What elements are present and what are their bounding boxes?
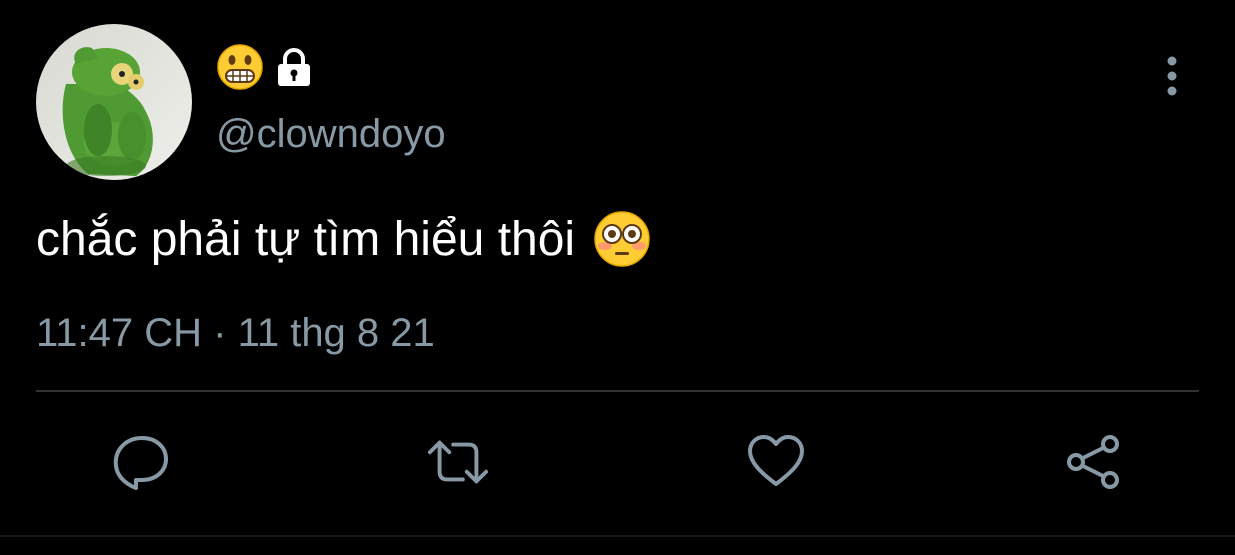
like-button[interactable]	[744, 430, 808, 494]
flushed-face-emoji-icon	[593, 210, 651, 268]
avatar[interactable]	[36, 24, 192, 180]
retweet-button[interactable]	[426, 430, 490, 494]
user-handle[interactable]: @clowndoyo	[216, 110, 446, 158]
share-icon	[1067, 435, 1119, 489]
heart-icon	[748, 435, 804, 486]
tweet-timestamp[interactable]: 11:47 CH · 11 thg 8 21	[36, 309, 435, 357]
divider	[36, 390, 1199, 392]
bottom-divider	[0, 535, 1235, 537]
avatar-image	[36, 24, 192, 180]
more-vertical-icon	[1167, 56, 1177, 96]
tweet-text: chắc phải tự tìm hiểu thôi	[36, 212, 576, 266]
more-options-button[interactable]	[1150, 52, 1194, 100]
grimacing-face-emoji-icon	[216, 43, 264, 91]
lock-icon	[272, 45, 316, 89]
tweet-body: chắc phải tự tìm hiểu thôi	[36, 208, 651, 270]
share-button[interactable]	[1062, 430, 1126, 494]
speech-bubble-icon	[113, 436, 168, 490]
display-name[interactable]	[216, 42, 316, 92]
reply-button[interactable]	[108, 430, 172, 494]
retweet-icon	[427, 440, 489, 484]
